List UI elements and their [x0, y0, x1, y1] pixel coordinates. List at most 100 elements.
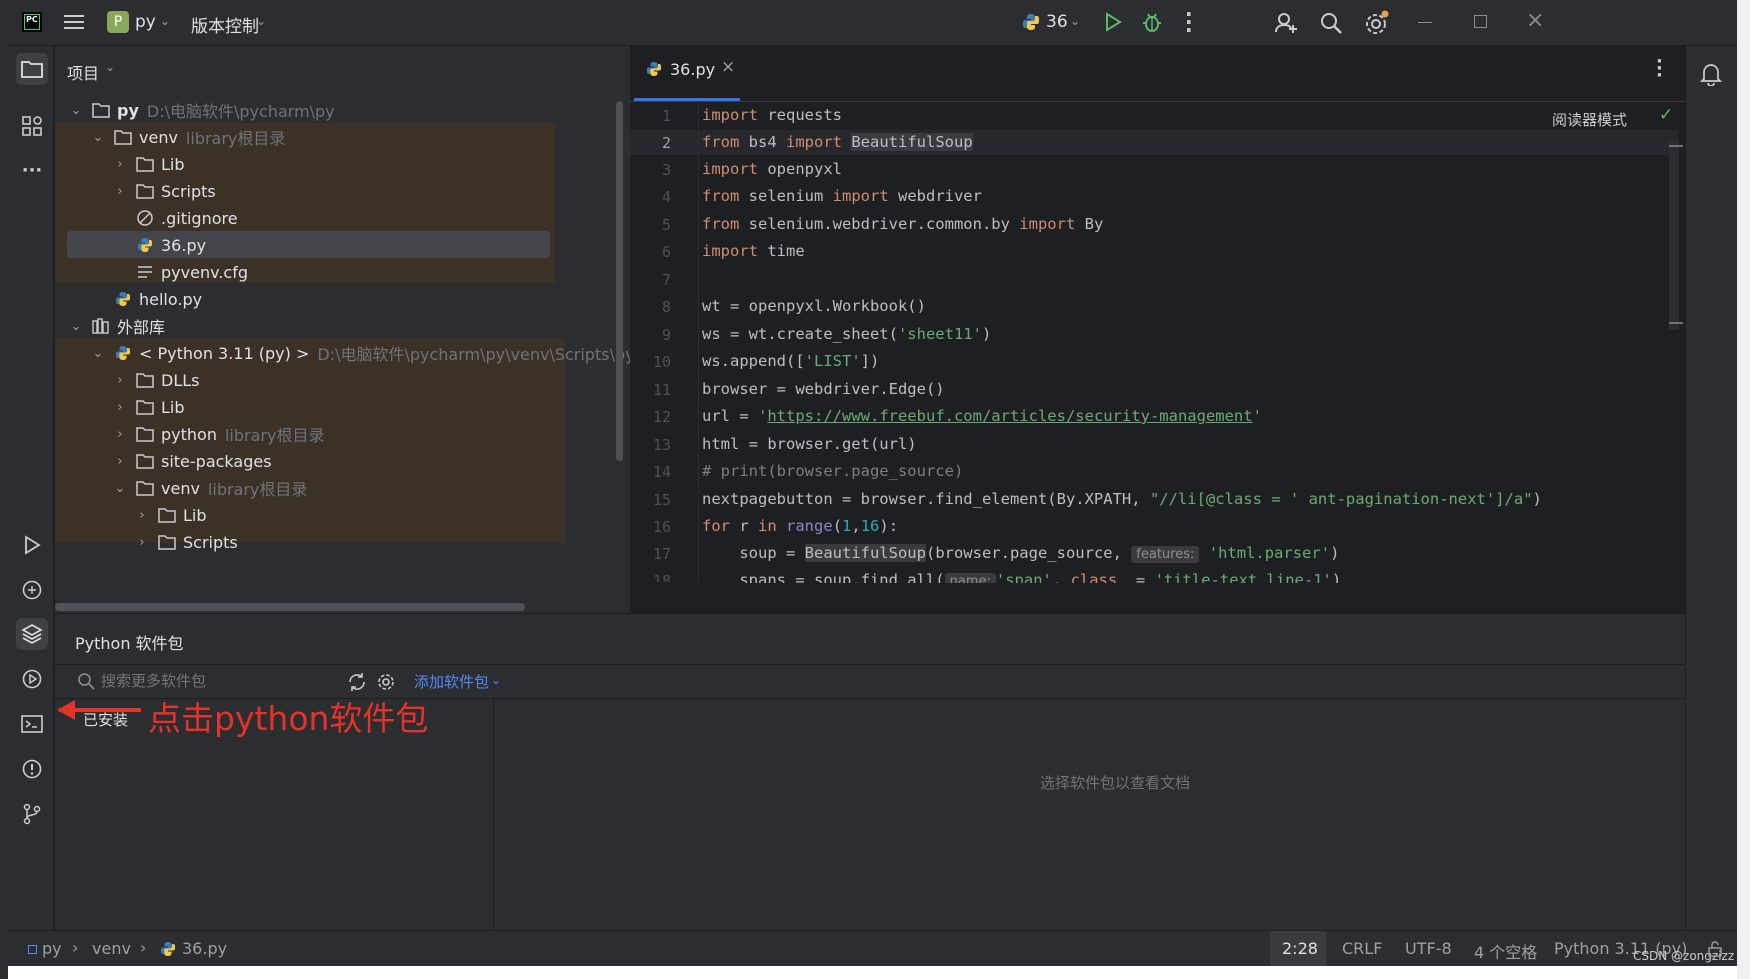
add-package-dropdown[interactable]: 添加软件包 [414, 671, 489, 692]
vertical-scrollbar[interactable] [616, 101, 623, 461]
tree-item-venv[interactable]: ⌄ venv library根目录 [111, 474, 308, 502]
tree-item-external-libraries[interactable]: ⌄ 外部库 [67, 312, 165, 340]
chevron-right-icon[interactable]: › [111, 371, 129, 389]
chevron-down-icon[interactable]: ⌄ [491, 673, 501, 687]
tree-item-36py[interactable]: 36.py [135, 231, 206, 259]
minimize-button[interactable] [1418, 22, 1432, 23]
chevron-down-icon[interactable]: ⌄ [256, 14, 266, 28]
code-line[interactable]: import time [702, 242, 805, 260]
reader-mode-toggle[interactable]: 阅读器模式 [1552, 109, 1627, 130]
run-icon[interactable] [1103, 12, 1123, 32]
project-name[interactable]: py [135, 12, 156, 32]
code-line[interactable]: from bs4 import BeautifulSoup [702, 133, 973, 151]
line-separator[interactable]: CRLF [1342, 939, 1382, 958]
chevron-right-icon[interactable]: › [111, 398, 129, 416]
chevron-right-icon[interactable]: › [111, 425, 129, 443]
url-link[interactable]: https://www.freebuf.com/articles/securit… [767, 407, 1252, 425]
python-packages-button[interactable] [16, 618, 48, 650]
add-user-icon[interactable] [1274, 11, 1298, 35]
chevron-down-icon[interactable]: ⌄ [89, 128, 107, 146]
chevron-right-icon[interactable]: › [133, 533, 151, 551]
breadcrumb-item[interactable]: 36.py [182, 939, 227, 958]
tree-item-python-sdk[interactable]: ⌄ < Python 3.11 (py) > D:\电脑软件\pycharm\p… [89, 339, 635, 367]
terminal-tool-button[interactable] [16, 708, 48, 740]
tree-item-lib[interactable]: › Lib [133, 501, 206, 529]
run-tool-button[interactable] [16, 529, 48, 561]
close-window-button[interactable]: × [1526, 8, 1544, 33]
chevron-right-icon[interactable]: › [133, 506, 151, 524]
settings-gear-icon[interactable] [1364, 10, 1390, 36]
notifications-bell-icon[interactable] [1700, 62, 1722, 86]
search-icon[interactable] [1319, 11, 1343, 35]
tree-item-gitignore[interactable]: .gitignore [135, 204, 238, 232]
chevron-down-icon[interactable]: ⌄ [1070, 14, 1080, 28]
editor-tab-36py[interactable]: 36.py × [630, 46, 742, 102]
tree-item-dlls[interactable]: › DLLs [111, 366, 199, 394]
code-line[interactable]: from selenium import webdriver [702, 187, 982, 205]
code-line[interactable]: url = 'https://www.freebuf.com/articles/… [702, 407, 1262, 425]
chevron-right-icon[interactable]: › [111, 182, 129, 200]
chevron-right-icon[interactable]: › [111, 155, 129, 173]
maximize-button[interactable] [1474, 15, 1487, 28]
tree-item-hellopy[interactable]: hello.py [113, 285, 202, 313]
code-line[interactable]: nextpagebutton = browser.find_element(By… [702, 490, 1542, 508]
close-tab-icon[interactable]: × [721, 57, 735, 77]
file-encoding[interactable]: UTF-8 [1405, 939, 1452, 958]
structure-tool-button[interactable] [16, 110, 48, 142]
chevron-down-icon[interactable]: ⌄ [67, 101, 85, 119]
run-config-name[interactable]: 36 [1046, 12, 1068, 32]
project-tool-button[interactable] [16, 53, 48, 85]
lock-icon[interactable] [1708, 941, 1722, 957]
horizontal-scrollbar[interactable] [55, 603, 525, 611]
services-tool-button[interactable] [16, 663, 48, 695]
main-menu-icon[interactable] [64, 12, 86, 32]
settings-gear-icon[interactable] [376, 672, 396, 692]
chevron-down-icon[interactable]: ⌄ [105, 60, 115, 74]
tab-options-icon[interactable]: · · · [1656, 53, 1663, 85]
code-line[interactable]: html = browser.get(url) [702, 435, 917, 453]
package-search-input[interactable] [99, 668, 339, 694]
tree-item-py[interactable]: ⌄ py D:\电脑软件\pycharm\py [67, 96, 335, 124]
tree-item-venv[interactable]: ⌄ venv library根目录 [89, 123, 286, 151]
tree-item-python[interactable]: › python library根目录 [111, 420, 324, 448]
tree-item-scripts[interactable]: › Scripts [133, 528, 237, 556]
chevron-down-icon[interactable]: ⌄ [160, 14, 170, 28]
chevron-right-icon[interactable]: › [111, 452, 129, 470]
more-actions-icon[interactable]: · · · [1185, 4, 1193, 40]
tree-item-lib[interactable]: › Lib [111, 393, 184, 421]
refresh-icon[interactable] [347, 672, 367, 692]
cursor-position[interactable]: 2:28 [1282, 939, 1318, 958]
code-line[interactable]: from selenium.webdriver.common.by import… [702, 215, 1103, 233]
breadcrumb-item[interactable]: venv [92, 939, 131, 958]
code-line[interactable]: import requests [702, 106, 842, 124]
code-line[interactable]: spans = soup.find_all(name:'span', class… [702, 571, 1341, 583]
tree-item-scripts[interactable]: › Scripts [111, 177, 215, 205]
python-console-button[interactable] [16, 574, 48, 606]
code-line[interactable]: soup = BeautifulSoup(browser.page_source… [702, 544, 1339, 563]
chevron-down-icon[interactable]: ⌄ [89, 344, 107, 362]
editor-scrollbar[interactable] [1669, 140, 1679, 330]
breadcrumb-item[interactable]: py [42, 939, 62, 958]
code-line[interactable]: wt = openpyxl.Workbook() [702, 297, 926, 315]
indent-setting[interactable]: 4 个空格 [1474, 939, 1537, 963]
code-line[interactable]: for r in range(1,16): [702, 517, 898, 535]
code-line[interactable]: ws.append(['LIST']) [702, 352, 879, 370]
chevron-down-icon[interactable]: ⌄ [67, 317, 85, 335]
installed-section-header[interactable]: 已安装 [83, 709, 128, 730]
tree-item-lib[interactable]: › Lib [111, 150, 184, 178]
tree-item-site-packages[interactable]: › site-packages [111, 447, 271, 475]
code-line[interactable]: ws = wt.create_sheet('sheet11') [702, 325, 991, 343]
text-file-icon [135, 263, 155, 281]
problems-tool-button[interactable] [16, 753, 48, 785]
code-comment-line[interactable]: # print(browser.page_source) [702, 462, 963, 480]
vcs-menu[interactable]: 版本控制 [191, 12, 259, 37]
more-tools-icon[interactable]: ··· [16, 154, 48, 186]
project-panel-title[interactable]: 项目 [67, 60, 99, 84]
debug-bug-icon[interactable] [1141, 11, 1163, 33]
chevron-down-icon[interactable]: ⌄ [111, 479, 129, 497]
git-tool-button[interactable] [16, 798, 48, 830]
code-line[interactable]: import openpyxl [702, 160, 842, 178]
tree-item-pyvenv-cfg[interactable]: pyvenv.cfg [135, 258, 248, 286]
code-line[interactable]: browser = webdriver.Edge() [702, 380, 945, 398]
title-bar: PC P py ⌄ 版本控制 ⌄ 36 ⌄ · · · × [8, 0, 1737, 46]
